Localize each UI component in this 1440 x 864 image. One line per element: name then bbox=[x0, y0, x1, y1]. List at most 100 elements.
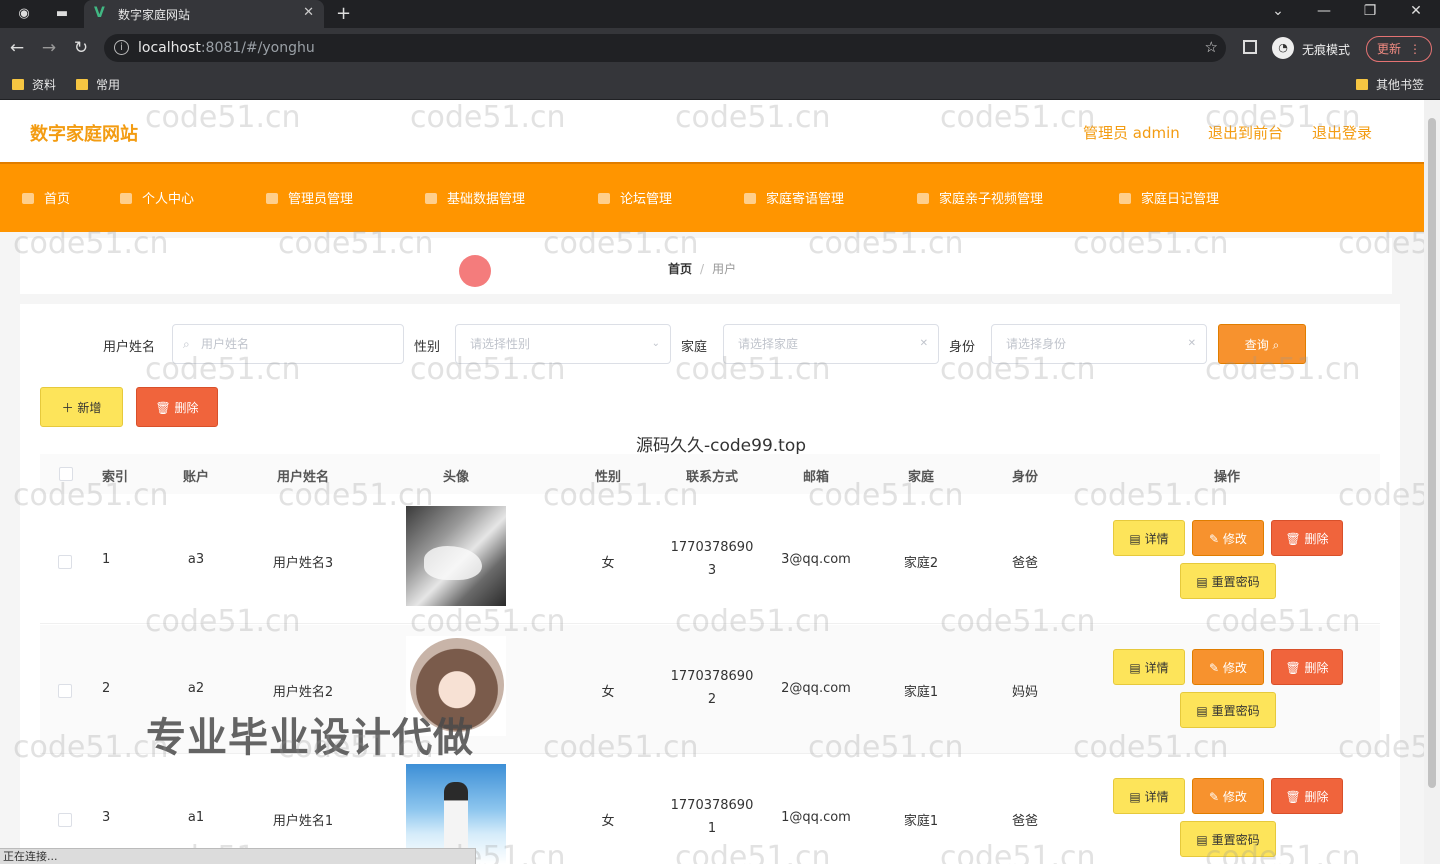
cell-role: 妈妈 bbox=[1011, 685, 1039, 700]
col-family: 家庭 bbox=[907, 470, 935, 485]
clear-icon[interactable]: ✕ bbox=[920, 325, 928, 363]
family-filter-label: 家庭 bbox=[681, 340, 708, 355]
bookmark-folder-0[interactable]: 资料 bbox=[12, 76, 56, 93]
row-checkbox[interactable] bbox=[58, 684, 72, 698]
query-button[interactable]: 查询 ⌕ bbox=[1218, 324, 1306, 364]
cell-index: 1 bbox=[102, 552, 111, 567]
tab-search-icon[interactable]: ▬ bbox=[52, 4, 72, 24]
cell-gender: 女 bbox=[601, 685, 615, 700]
cursor-highlight bbox=[459, 255, 491, 287]
site-info-icon[interactable]: i bbox=[114, 40, 129, 55]
page: 数字家庭网站 管理员 admin 退出到前台 退出登录 首页 个人中心 管理员管… bbox=[0, 100, 1424, 864]
name-filter-input[interactable]: ⌕ 用户姓名 bbox=[172, 324, 404, 364]
delete-button[interactable]: 🗑 删除 bbox=[1271, 520, 1343, 556]
address-bar: ← → ↻ i localhost:8081/#/yonghu ☆ bbox=[0, 28, 1440, 68]
select-all-checkbox[interactable] bbox=[59, 467, 73, 481]
delete-button[interactable]: 🗑 删除 bbox=[1271, 649, 1343, 685]
reset-password-button[interactable]: ▤ 重置密码 bbox=[1180, 692, 1276, 728]
new-tab-icon[interactable]: + bbox=[336, 3, 351, 24]
row-checkbox[interactable] bbox=[58, 813, 72, 827]
reset-password-button[interactable]: ▤ 重置密码 bbox=[1180, 563, 1276, 599]
vue-logo-icon: V bbox=[94, 5, 105, 21]
window-close-icon[interactable]: ✕ bbox=[1406, 3, 1426, 19]
site-header: 数字家庭网站 管理员 admin 退出到前台 退出登录 bbox=[0, 100, 1424, 162]
nav-item-diary[interactable]: 家庭日记管理 bbox=[1119, 188, 1219, 207]
role-filter-select[interactable]: 请选择身份 ✕ bbox=[991, 324, 1207, 364]
scrollbar-thumb[interactable] bbox=[1428, 118, 1436, 788]
detail-button[interactable]: ▤ 详情 bbox=[1113, 520, 1185, 556]
tab-close-icon[interactable]: ✕ bbox=[303, 5, 314, 20]
tab-list-icon[interactable]: ⌄ bbox=[1268, 3, 1288, 19]
tab-title: 数字家庭网站 bbox=[118, 8, 191, 22]
restore-icon[interactable]: ❐ bbox=[1360, 3, 1380, 19]
family-filter-select[interactable]: 请选择家庭 ✕ bbox=[723, 324, 939, 364]
cell-gender: 女 bbox=[601, 814, 615, 829]
add-button[interactable]: ＋ 新增 bbox=[40, 387, 123, 427]
cell-account: a2 bbox=[187, 681, 205, 696]
page-scrollbar[interactable] bbox=[1424, 100, 1440, 864]
cell-account: a3 bbox=[187, 552, 205, 567]
breadcrumb-home[interactable]: 首页 bbox=[668, 262, 692, 276]
bulk-delete-button[interactable]: 🗑 删除 bbox=[136, 387, 218, 427]
reload-icon[interactable]: ↻ bbox=[70, 38, 92, 58]
forward-icon[interactable]: → bbox=[38, 38, 60, 58]
cell-gender: 女 bbox=[601, 556, 615, 571]
reset-password-button[interactable]: ▤ 重置密码 bbox=[1180, 821, 1276, 857]
clear-icon[interactable]: ✕ bbox=[1188, 325, 1196, 363]
cell-email: 1@qq.com bbox=[781, 810, 851, 825]
row-checkbox[interactable] bbox=[58, 555, 72, 569]
nav-item-profile[interactable]: 个人中心 bbox=[120, 188, 194, 207]
plus-icon: ＋ bbox=[61, 401, 74, 415]
nav-item-videos[interactable]: 家庭亲子视频管理 bbox=[917, 188, 1043, 207]
admin-link[interactable]: 管理员 admin bbox=[1083, 122, 1180, 143]
logout-link[interactable]: 退出登录 bbox=[1312, 122, 1372, 143]
cell-name: 用户姓名1 bbox=[272, 814, 334, 829]
nav-item-messages[interactable]: 家庭寄语管理 bbox=[744, 188, 844, 207]
side-panel-icon[interactable] bbox=[1243, 40, 1257, 54]
detail-button[interactable]: ▤ 详情 bbox=[1113, 649, 1185, 685]
nav-item-home[interactable]: 首页 bbox=[22, 188, 70, 207]
detail-button[interactable]: ▤ 详情 bbox=[1113, 778, 1185, 814]
bookmark-folder-1[interactable]: 常用 bbox=[76, 76, 120, 93]
url-text[interactable]: localhost:8081/#/yonghu bbox=[138, 40, 315, 56]
edit-button[interactable]: ✎ 修改 bbox=[1192, 649, 1264, 685]
folder-icon bbox=[76, 79, 88, 90]
delete-button[interactable]: 🗑 删除 bbox=[1271, 778, 1343, 814]
cell-phone: 1770378690 2 bbox=[670, 669, 754, 707]
search-icon: ⌕ bbox=[183, 337, 190, 351]
col-role: 身份 bbox=[1011, 470, 1039, 485]
update-button[interactable]: 更新 ⋮ bbox=[1366, 36, 1432, 62]
user-icon bbox=[120, 193, 132, 204]
incognito-label: 无痕模式 bbox=[1302, 43, 1351, 57]
incognito-icon[interactable]: ◔ bbox=[1272, 37, 1294, 59]
main-nav: 首页 个人中心 管理员管理 基础数据管理 论坛管理 家庭寄语管理 家庭亲子视频管… bbox=[0, 162, 1424, 232]
cell-name: 用户姓名3 bbox=[272, 556, 334, 571]
chrome-logo-icon[interactable]: ◉ bbox=[14, 4, 34, 24]
browser-status-bar: 正在连接... bbox=[0, 848, 476, 864]
cell-name: 用户姓名2 bbox=[272, 685, 334, 700]
front-link[interactable]: 退出到前台 bbox=[1208, 122, 1283, 143]
edit-button[interactable]: ✎ 修改 bbox=[1192, 778, 1264, 814]
gender-filter-select[interactable]: 请选择性别 ⌄ bbox=[455, 324, 671, 364]
cell-role: 爸爸 bbox=[1011, 556, 1039, 571]
other-bookmarks[interactable]: 其他书签 bbox=[1356, 76, 1424, 93]
minimize-icon[interactable]: — bbox=[1314, 3, 1334, 19]
browser-tab-bar: ◉ ▬ V 数字家庭网站 ✕ + ⌄ — ❐ ✕ bbox=[0, 0, 1440, 28]
video-icon bbox=[917, 193, 929, 204]
folder-icon bbox=[12, 79, 24, 90]
edit-button[interactable]: ✎ 修改 bbox=[1192, 520, 1264, 556]
nav-item-admins[interactable]: 管理员管理 bbox=[266, 188, 353, 207]
cell-family: 家庭1 bbox=[903, 814, 939, 829]
omnibox[interactable]: i localhost:8081/#/yonghu ☆ bbox=[104, 34, 1226, 62]
nav-item-basedata[interactable]: 基础数据管理 bbox=[425, 188, 525, 207]
bookmark-star-icon[interactable]: ☆ bbox=[1205, 38, 1218, 56]
breadcrumb-bar: 首页 / 用户 bbox=[20, 238, 1392, 294]
trash-icon: 🗑 bbox=[155, 401, 171, 415]
back-icon[interactable]: ← bbox=[6, 38, 28, 58]
col-email: 邮箱 bbox=[802, 470, 830, 485]
browser-tab-active[interactable]: V 数字家庭网站 ✕ bbox=[84, 0, 324, 28]
col-avatar: 头像 bbox=[442, 470, 470, 485]
home-icon bbox=[22, 193, 34, 204]
nav-item-forum[interactable]: 论坛管理 bbox=[598, 188, 672, 207]
col-actions: 操作 bbox=[1213, 470, 1241, 485]
